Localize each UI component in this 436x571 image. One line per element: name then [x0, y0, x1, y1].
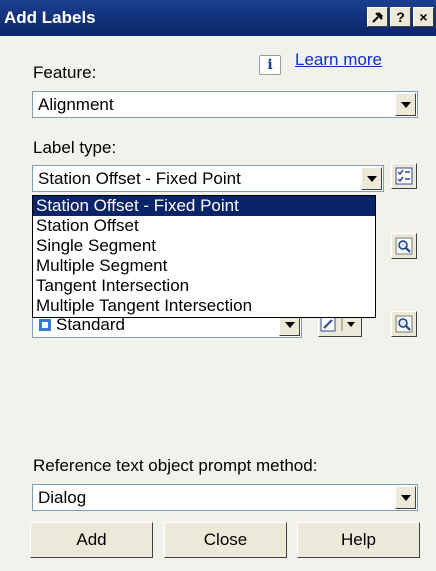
chevron-down-icon[interactable] — [395, 486, 416, 509]
browse-icon — [395, 167, 413, 185]
chevron-down-icon[interactable] — [395, 93, 416, 116]
magnifier-icon — [395, 315, 413, 333]
list-item[interactable]: Single Segment — [33, 236, 375, 256]
close-title-button[interactable]: × — [413, 7, 434, 27]
title-bar: Add Labels ? × — [0, 0, 436, 36]
list-item[interactable]: Station Offset — [33, 216, 375, 236]
feature-combo[interactable]: Alignment — [32, 91, 418, 118]
label-type-dropdown-list[interactable]: Station Offset - Fixed Point Station Off… — [32, 195, 376, 318]
learn-more-link[interactable]: Learn more — [295, 50, 382, 70]
chevron-down-icon[interactable] — [361, 167, 382, 190]
reference-combo[interactable]: Dialog — [32, 484, 418, 511]
window-title: Add Labels — [4, 8, 96, 27]
label-type-combo[interactable]: Station Offset - Fixed Point — [32, 165, 384, 192]
help-button[interactable]: Help — [297, 522, 420, 558]
label-type-label: Label type: — [33, 138, 117, 157]
list-item[interactable]: Station Offset - Fixed Point — [33, 196, 375, 216]
style-preview-button[interactable] — [391, 311, 417, 337]
info-icon[interactable]: i — [259, 55, 281, 75]
list-item[interactable]: Multiple Tangent Intersection — [33, 296, 375, 317]
style-icon — [39, 318, 51, 331]
magnifier-icon — [395, 237, 413, 255]
feature-combo-value: Alignment — [38, 94, 114, 114]
add-button[interactable]: Add — [30, 522, 153, 558]
list-item[interactable]: Multiple Segment — [33, 256, 375, 276]
label-type-browse-button[interactable] — [391, 163, 417, 189]
label-type-combo-value: Station Offset - Fixed Point — [38, 168, 241, 188]
pin-button[interactable] — [367, 7, 388, 27]
pin-icon — [371, 12, 383, 23]
list-item[interactable]: Tangent Intersection — [33, 276, 375, 296]
title-bar-buttons: ? × — [365, 7, 434, 27]
preview-button[interactable] — [391, 233, 417, 259]
reference-combo-value: Dialog — [38, 487, 87, 507]
reference-label: Reference text object prompt method: — [33, 456, 318, 475]
close-button[interactable]: Close — [164, 522, 287, 558]
feature-label: Feature: — [33, 63, 97, 82]
help-title-button[interactable]: ? — [390, 7, 411, 27]
